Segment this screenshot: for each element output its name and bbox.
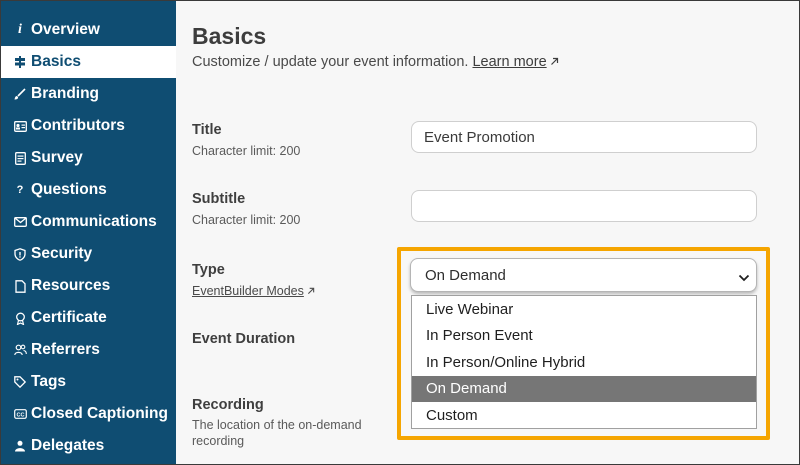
page-subtitle: Customize / update your event informatio…: [192, 54, 559, 70]
title-hint: Character limit: 200: [192, 144, 301, 158]
brush-icon: [13, 88, 27, 100]
award-icon: [13, 312, 27, 325]
signpost-icon: [13, 56, 27, 68]
sidebar-item-security[interactable]: Security: [1, 238, 176, 270]
person-icon: [13, 440, 27, 452]
sidebar-item-label: Communications: [31, 213, 157, 230]
page-subtitle-text: Customize / update your event informatio…: [192, 54, 469, 70]
sidebar-item-label: Delegates: [31, 437, 105, 454]
shield-icon: [13, 247, 27, 261]
type-label: Type: [192, 262, 225, 278]
external-link-icon: [307, 283, 315, 299]
type-select-value: On Demand: [425, 266, 506, 284]
users-icon: [13, 344, 27, 356]
subtitle-label: Subtitle: [192, 191, 246, 207]
type-option-hybrid[interactable]: In Person/Online Hybrid: [412, 349, 756, 376]
svg-text:CC: CC: [16, 412, 24, 418]
sidebar-item-label: Security: [31, 245, 93, 262]
eventbuilder-modes-link[interactable]: EventBuilder Modes: [192, 284, 304, 298]
sidebar-item-closed-captioning[interactable]: CC Closed Captioning: [1, 398, 176, 430]
sidebar-item-branding[interactable]: Branding: [1, 78, 176, 110]
survey-icon: [13, 151, 27, 165]
title-label: Title: [192, 122, 222, 138]
sidebar-item-label: Basics: [31, 53, 81, 70]
sidebar-item-communications[interactable]: Communications: [1, 206, 176, 238]
external-link-icon: [550, 54, 559, 70]
recording-label: Recording: [192, 397, 264, 413]
sidebar-item-label: Resources: [31, 277, 111, 294]
page-title: Basics: [192, 23, 267, 49]
chevron-down-icon: [738, 270, 750, 287]
question-icon: ?: [16, 184, 24, 196]
learn-more-link[interactable]: Learn more: [472, 54, 546, 70]
type-option-on-demand[interactable]: On Demand: [412, 375, 756, 402]
sidebar-item-label: Tags: [31, 373, 67, 390]
sidebar-item-label: Closed Captioning: [31, 405, 168, 422]
sidebar-item-label: Branding: [31, 85, 100, 102]
sidebar-item-label: Referrers: [31, 341, 100, 358]
info-icon: i: [18, 22, 22, 37]
tag-icon: [13, 376, 27, 388]
sidebar-item-overview[interactable]: i Overview: [1, 14, 176, 46]
type-option-custom[interactable]: Custom: [412, 402, 756, 429]
id-card-icon: [13, 120, 27, 132]
sidebar-item-survey[interactable]: Survey: [1, 142, 176, 174]
type-dropdown-list: Live Webinar In Person Event In Person/O…: [411, 295, 757, 429]
event-duration-label: Event Duration: [192, 331, 296, 347]
sidebar-item-tags[interactable]: Tags: [1, 366, 176, 398]
type-option-live-webinar[interactable]: Live Webinar: [412, 296, 756, 323]
sidebar-item-label: Overview: [31, 21, 100, 38]
subtitle-hint: Character limit: 200: [192, 213, 301, 227]
sidebar-item-questions[interactable]: ? Questions: [1, 174, 176, 206]
document-icon: [13, 279, 27, 293]
app-window: i Overview Basics Branding Contributors: [0, 0, 800, 465]
subtitle-input[interactable]: [411, 190, 757, 222]
sidebar-item-basics[interactable]: Basics: [1, 46, 176, 78]
type-hint: EventBuilder Modes: [192, 283, 315, 299]
type-option-in-person-event[interactable]: In Person Event: [412, 323, 756, 350]
sidebar-item-delegates[interactable]: Delegates: [1, 430, 176, 462]
sidebar-item-label: Certificate: [31, 309, 107, 326]
sidebar: i Overview Basics Branding Contributors: [1, 1, 176, 464]
recording-hint: The location of the on-demand recording: [192, 418, 362, 448]
sidebar-item-contributors[interactable]: Contributors: [1, 110, 176, 142]
cc-icon: CC: [13, 409, 27, 419]
sidebar-item-referrers[interactable]: Referrers: [1, 334, 176, 366]
sidebar-item-label: Survey: [31, 149, 83, 166]
sidebar-item-certificate[interactable]: Certificate: [1, 302, 176, 334]
sidebar-item-label: Contributors: [31, 117, 125, 134]
sidebar-item-resources[interactable]: Resources: [1, 270, 176, 302]
type-select[interactable]: On Demand: [410, 258, 757, 292]
envelope-icon: [13, 217, 27, 227]
title-input[interactable]: [411, 121, 757, 153]
sidebar-item-label: Questions: [31, 181, 107, 198]
